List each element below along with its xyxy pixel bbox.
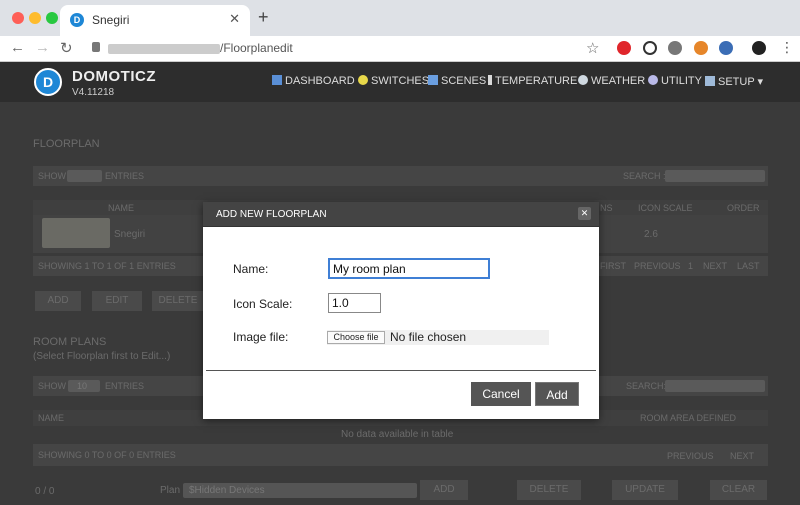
floorplan-thumbnail (42, 218, 110, 248)
nav-temperature[interactable]: TEMPERATURE (488, 75, 577, 87)
show-label: SHOW (38, 171, 66, 181)
row-name: Snegiri (114, 229, 146, 240)
icon-scale-input[interactable]: 1.0 (328, 293, 381, 313)
profile-avatar-icon[interactable] (752, 41, 766, 55)
tab-close-icon[interactable]: ✕ (229, 11, 240, 27)
pager-previous[interactable]: PREVIOUS (634, 261, 681, 271)
plan-select[interactable]: $Hidden Devices (183, 483, 417, 498)
edit-floorplan-button[interactable]: EDIT (92, 291, 142, 311)
utility-icon (648, 75, 658, 85)
scenes-icon (428, 75, 438, 85)
extension-metamask-icon[interactable] (694, 41, 708, 55)
add-floorplan-button[interactable]: ADD (35, 291, 81, 311)
delete-room-button[interactable]: DELETE (517, 480, 581, 500)
add-floorplan-dialog: ADD NEW FLOORPLAN ✕ Name: My room plan I… (203, 202, 599, 419)
col-room-area: ROOM AREA DEFINED (640, 413, 737, 423)
room-entries-select[interactable]: 10 (68, 380, 100, 392)
nav-switches[interactable]: SWITCHES (358, 75, 429, 87)
show-label-2: SHOW (38, 381, 66, 391)
col-name-2: NAME (38, 413, 65, 423)
browser-tab-bar: D Snegiri ✕ + (0, 0, 800, 36)
choose-file-button[interactable]: Choose file (327, 331, 385, 344)
back-arrow-icon[interactable]: ← (10, 39, 25, 56)
maximize-window-button[interactable] (46, 12, 58, 24)
brand-title: DOMOTICZ (72, 68, 156, 85)
dialog-divider (206, 370, 596, 371)
entries-label-2: ENTRIES (105, 381, 145, 391)
pager-next[interactable]: NEXT (703, 261, 727, 271)
setup-icon (705, 76, 715, 86)
nav-setup[interactable]: SETUP ▾ (705, 75, 763, 88)
pager-page[interactable]: 1 (688, 261, 693, 271)
room-plans-subtitle: (Select Floorplan first to Edit...) (33, 351, 171, 362)
url-redacted-host[interactable] (108, 44, 220, 54)
delete-floorplan-button[interactable]: DELETE (152, 291, 204, 311)
nav-weather[interactable]: WEATHER (578, 75, 645, 87)
no-data-message: No data available in table (341, 429, 454, 440)
dashboard-icon (272, 75, 282, 85)
entries-select[interactable] (67, 170, 102, 182)
nav-utility[interactable]: UTILITY (648, 75, 702, 87)
bookmark-star-icon[interactable]: ☆ (586, 39, 599, 57)
search-label: SEARCH : (623, 171, 666, 181)
url-input[interactable]: /Floorplanedit (220, 41, 293, 55)
row-scale: 2.6 (644, 229, 658, 240)
tab-title: Snegiri (92, 13, 130, 27)
cancel-button[interactable]: Cancel (471, 382, 531, 406)
pager-first[interactable]: FIRST (600, 261, 626, 271)
reload-icon[interactable]: ↻ (60, 39, 73, 57)
pager-next-2[interactable]: NEXT (730, 451, 754, 461)
room-search-input[interactable] (665, 380, 765, 392)
floorplan-section-title: FLOORPLAN (33, 138, 100, 150)
extension-drive-icon[interactable] (668, 41, 682, 55)
showing-info: SHOWING 1 TO 1 OF 1 ENTRIES (38, 261, 176, 271)
address-bar: ← → ↻ /Floorplanedit ☆ ⋮ (0, 36, 800, 62)
dialog-header: ADD NEW FLOORPLAN ✕ (203, 202, 599, 227)
lock-icon (92, 42, 100, 52)
dialog-close-icon[interactable]: ✕ (578, 207, 591, 220)
version-label: V4.11218 (72, 87, 115, 98)
col-order: ORDER (727, 203, 760, 213)
pager-previous-2[interactable]: PREVIOUS (667, 451, 714, 461)
no-file-chosen-text: No file chosen (390, 330, 467, 344)
thermometer-icon (488, 75, 492, 85)
nav-scenes[interactable]: SCENES (428, 75, 486, 87)
forward-arrow-icon[interactable]: → (35, 39, 50, 56)
browser-tab[interactable]: D Snegiri ✕ (60, 5, 250, 36)
icon-scale-label: Icon Scale: (233, 297, 293, 311)
add-button[interactable]: Add (535, 382, 579, 406)
plan-select-value: $Hidden Devices (189, 485, 265, 496)
entries-label: ENTRIES (105, 171, 145, 181)
col-ns: NS (600, 203, 613, 213)
search-input[interactable] (665, 170, 765, 182)
plan-label: Plan (160, 485, 181, 496)
weather-icon (578, 75, 588, 85)
new-tab-button[interactable]: + (258, 7, 269, 28)
pager-last[interactable]: LAST (737, 261, 760, 271)
extension-info-icon[interactable] (643, 41, 657, 55)
nav-dashboard[interactable]: DASHBOARD (272, 75, 355, 87)
domoticz-logo-icon: D (34, 68, 62, 96)
room-plans-title: ROOM PLANS (33, 336, 107, 348)
room-counter: 0 / 0 (35, 486, 55, 497)
extension-opera-icon[interactable] (617, 41, 631, 55)
lightbulb-icon (358, 75, 368, 85)
dialog-title: ADD NEW FLOORPLAN (216, 209, 327, 220)
update-room-button[interactable]: UPDATE (612, 480, 678, 500)
minimize-window-button[interactable] (29, 12, 41, 24)
col-icon-scale: ICON SCALE (638, 203, 693, 213)
entries-count: 10 (77, 381, 88, 391)
extension-globe-icon[interactable] (719, 41, 733, 55)
name-label: Name: (233, 262, 269, 276)
image-file-label: Image file: (233, 330, 289, 344)
close-window-button[interactable] (12, 12, 24, 24)
floorplan-name-input[interactable]: My room plan (328, 258, 490, 279)
browser-menu-icon[interactable]: ⋮ (780, 39, 794, 56)
search-label-2: SEARCH: (626, 381, 667, 391)
clear-room-button[interactable]: CLEAR (710, 480, 767, 500)
domoticz-favicon-icon: D (70, 13, 84, 27)
showing-info-2: SHOWING 0 TO 0 OF 0 ENTRIES (38, 450, 176, 460)
add-room-button[interactable]: ADD (420, 480, 468, 500)
col-name: NAME (108, 203, 135, 213)
